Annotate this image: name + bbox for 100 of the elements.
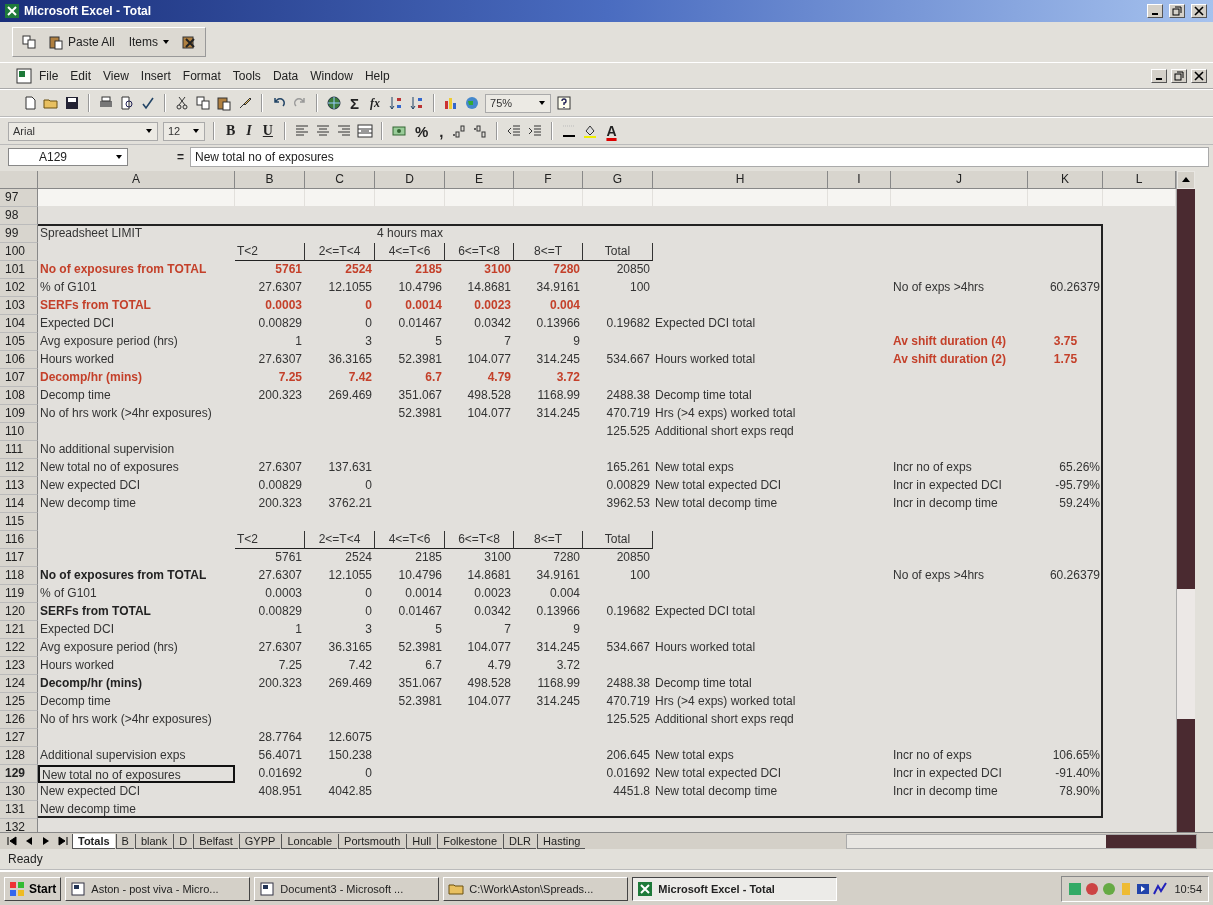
print-preview-icon[interactable] bbox=[119, 95, 135, 112]
bold-button[interactable]: B bbox=[223, 121, 239, 142]
column-header[interactable]: K bbox=[1028, 170, 1103, 189]
sheet-tab[interactable]: Folkestone bbox=[437, 833, 503, 849]
copy-icon[interactable] bbox=[195, 95, 211, 112]
italic-button[interactable]: I bbox=[243, 121, 255, 142]
table-cell: 106.65% bbox=[1052, 747, 1100, 763]
clear-clipboard-icon[interactable] bbox=[181, 33, 198, 50]
restore-button[interactable] bbox=[1171, 68, 1187, 83]
tray-icon[interactable] bbox=[1153, 881, 1168, 896]
start-button[interactable]: Start bbox=[4, 876, 62, 901]
font-name-dropdown[interactable]: Arial bbox=[8, 121, 158, 141]
menu-item[interactable]: View bbox=[98, 68, 134, 83]
sheet-tab[interactable]: D bbox=[173, 833, 193, 849]
sheet-tab[interactable]: Hull bbox=[406, 833, 437, 849]
borders-icon[interactable] bbox=[561, 123, 578, 140]
globe-icon[interactable] bbox=[326, 95, 342, 112]
formula-field[interactable]: New total no of exposures bbox=[190, 147, 1209, 167]
comma-button[interactable]: , bbox=[436, 121, 447, 142]
menu-item[interactable]: Format bbox=[177, 68, 226, 83]
font-color-button[interactable]: A bbox=[603, 121, 620, 142]
sheet-tab[interactable]: DLR bbox=[503, 833, 537, 849]
function-button[interactable]: fx bbox=[367, 93, 383, 114]
underline-button[interactable]: U bbox=[259, 121, 276, 142]
column-header[interactable]: B bbox=[235, 170, 305, 189]
horizontal-scrollbar[interactable] bbox=[846, 833, 1197, 849]
taskbar-button[interactable]: C:\Work\Aston\Spreads... bbox=[443, 876, 629, 901]
increase-decimal-icon[interactable] bbox=[451, 123, 468, 140]
merge-cells-icon[interactable] bbox=[356, 123, 373, 140]
scroll-up-icon[interactable] bbox=[1178, 171, 1194, 188]
column-header[interactable]: I bbox=[828, 170, 891, 189]
workbook-icon[interactable] bbox=[16, 67, 32, 84]
column-header[interactable]: H bbox=[653, 170, 828, 189]
active-cell[interactable]: New total no of exposures bbox=[38, 764, 235, 783]
taskbar-button[interactable]: Aston - post viva - Micro... bbox=[65, 876, 251, 901]
vertical-scrollbar[interactable] bbox=[1176, 170, 1195, 833]
table-cell: 7280 bbox=[553, 549, 580, 565]
menu-item[interactable]: Edit bbox=[65, 68, 97, 83]
sheet-tab[interactable]: Hasting bbox=[537, 833, 586, 849]
table-cell: 2488.38 bbox=[606, 387, 650, 403]
menu-item[interactable]: Window bbox=[305, 68, 358, 83]
map-globe-icon[interactable] bbox=[464, 95, 480, 112]
sheet-tab[interactable]: blank bbox=[134, 833, 173, 849]
taskbar-button[interactable]: Document3 - Microsoft ... bbox=[254, 876, 440, 901]
minimize-button[interactable] bbox=[1147, 3, 1163, 18]
menu-item[interactable]: Insert bbox=[135, 68, 176, 83]
autosum-button[interactable]: Σ bbox=[347, 93, 362, 114]
sheet-tab[interactable]: GYPP bbox=[238, 833, 281, 849]
restore-button[interactable] bbox=[1169, 3, 1185, 18]
menu-item[interactable]: Data bbox=[267, 68, 304, 83]
copy-icon[interactable] bbox=[21, 33, 37, 50]
minimize-button[interactable] bbox=[1151, 68, 1167, 83]
menu-item[interactable]: Help bbox=[359, 68, 395, 83]
minimize-icon bbox=[1152, 12, 1158, 15]
table-cell: 7.25 bbox=[278, 369, 302, 385]
table-cell: 8<=T bbox=[514, 242, 583, 261]
column-header[interactable]: C bbox=[305, 170, 375, 189]
sheet-tab[interactable]: Totals bbox=[72, 833, 115, 849]
column-header[interactable]: J bbox=[891, 170, 1028, 189]
close-button[interactable] bbox=[1191, 68, 1207, 83]
sheet-tab[interactable]: B bbox=[115, 833, 134, 849]
column-header[interactable]: A bbox=[38, 170, 235, 189]
column-header[interactable]: G bbox=[583, 170, 653, 189]
column-header[interactable]: L bbox=[1103, 170, 1176, 189]
menu-item[interactable]: Tools bbox=[227, 68, 266, 83]
taskbar-button[interactable]: Microsoft Excel - Total bbox=[632, 876, 838, 901]
menu-item[interactable]: File bbox=[34, 68, 64, 83]
column-header[interactable]: E bbox=[445, 170, 514, 189]
sheet-tab[interactable]: Loncable bbox=[281, 833, 338, 849]
clipboard-icon[interactable] bbox=[216, 95, 232, 112]
sheet-tab[interactable]: Portsmouth bbox=[338, 833, 406, 849]
paste-all-button[interactable]: Paste All bbox=[45, 31, 118, 52]
table-cell: 0.0003 bbox=[265, 297, 302, 313]
table-cell: 7 bbox=[504, 621, 511, 637]
sheet-tab[interactable]: Belfast bbox=[193, 833, 238, 849]
fill-bucket-icon[interactable] bbox=[582, 123, 599, 140]
sort-descending-icon[interactable] bbox=[409, 95, 425, 112]
scroll-thumb[interactable] bbox=[1177, 588, 1195, 719]
close-button[interactable] bbox=[1191, 3, 1207, 18]
percent-button[interactable]: % bbox=[411, 121, 432, 142]
column-header[interactable]: F bbox=[514, 170, 583, 189]
column-header[interactable]: D bbox=[375, 170, 445, 189]
items-dropdown[interactable]: Items bbox=[125, 31, 174, 52]
table-cell: SERFs from TOTAL bbox=[40, 297, 151, 313]
spelling-check-icon[interactable] bbox=[140, 95, 156, 112]
font-size-dropdown[interactable]: 12 bbox=[163, 121, 205, 141]
name-box[interactable]: A129 bbox=[8, 148, 128, 166]
decrease-decimal-icon[interactable] bbox=[472, 123, 489, 140]
last-sheet-icon[interactable] bbox=[57, 835, 69, 848]
sort-ascending-icon[interactable] bbox=[388, 95, 404, 112]
zoom-dropdown[interactable]: 75% bbox=[485, 93, 551, 113]
bar-chart-icon[interactable] bbox=[443, 95, 459, 112]
table-cell: Decomp time total bbox=[655, 387, 752, 403]
select-all-corner[interactable] bbox=[0, 170, 38, 189]
tray-icon[interactable] bbox=[1136, 881, 1151, 896]
help-icon[interactable] bbox=[556, 95, 572, 112]
first-sheet-icon[interactable] bbox=[6, 835, 18, 848]
table-cell: 59.24% bbox=[1059, 495, 1100, 511]
scissors-icon[interactable] bbox=[174, 95, 190, 112]
new-document-icon[interactable] bbox=[22, 95, 38, 112]
